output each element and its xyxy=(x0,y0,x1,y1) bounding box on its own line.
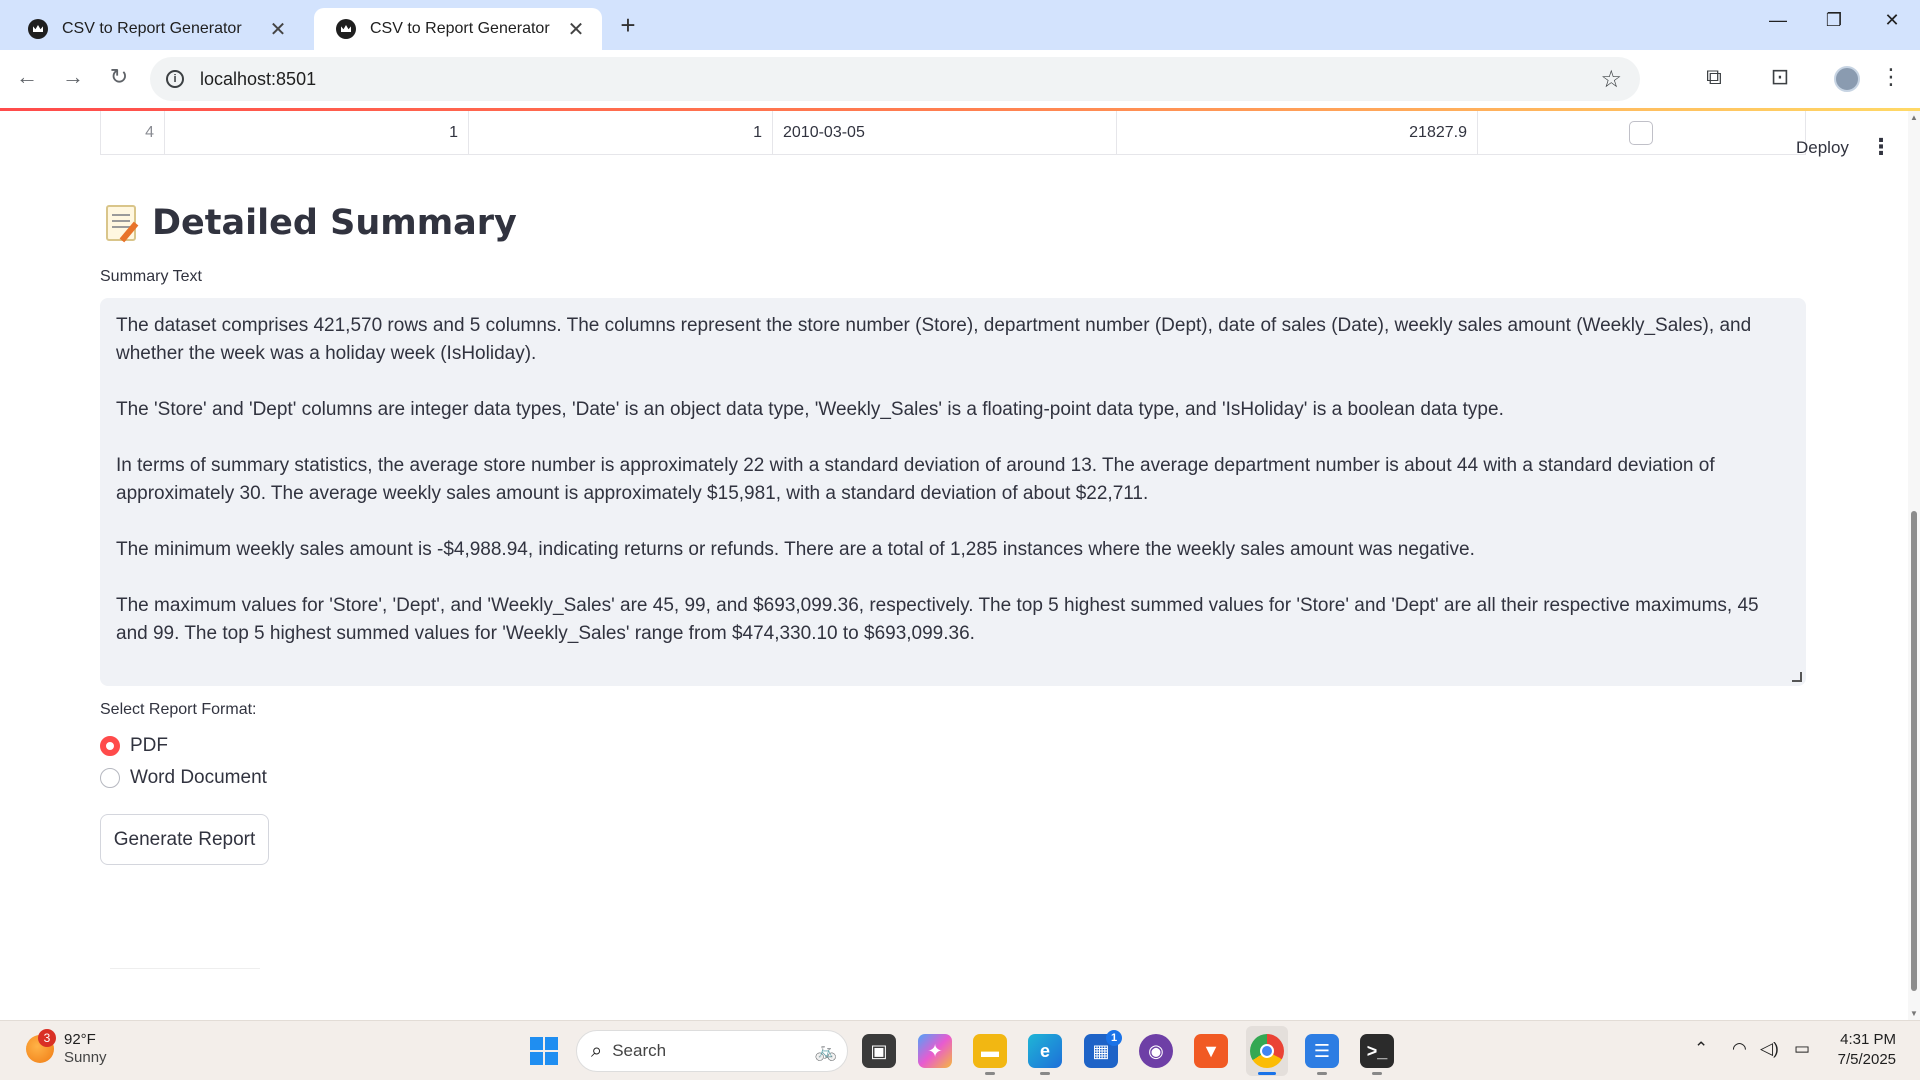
cast-search-icon[interactable]: ⊡ xyxy=(1765,64,1795,90)
scroll-down-icon[interactable]: ▼ xyxy=(1910,1009,1918,1018)
section-heading: Detailed Summary xyxy=(106,203,517,243)
summary-paragraph: In terms of summary statistics, the aver… xyxy=(116,455,1715,504)
bicycle-icon: 🚲 xyxy=(814,1041,837,1061)
terminal-icon[interactable]: >_ xyxy=(1360,1034,1394,1075)
site-info-icon[interactable]: i xyxy=(166,70,184,88)
back-icon[interactable]: ← xyxy=(12,64,42,90)
is-holiday-checkbox[interactable] xyxy=(1629,120,1653,145)
search-placeholder: Search xyxy=(612,1041,667,1060)
new-tab-button[interactable]: + xyxy=(614,10,642,41)
cell-is-holiday[interactable] xyxy=(1478,111,1804,154)
cell-weekly-sales[interactable]: 21827.9 xyxy=(1117,111,1478,154)
tab-close-icon[interactable]: ✕ xyxy=(566,17,586,42)
microsoft-store-icon[interactable]: ▦ 1 xyxy=(1084,1030,1122,1068)
main-menu-icon[interactable]: ⋮ xyxy=(1870,134,1892,160)
browser-toolbar: ← → ↻ i localhost:8501 ☆ ⧉ ⊡ ⋮ xyxy=(0,50,1920,108)
memo-icon xyxy=(106,205,136,241)
cell-date[interactable]: 2010-03-05 xyxy=(773,111,1117,154)
radio-label: PDF xyxy=(130,735,168,756)
app-main: 4 1 1 2010-03-05 21827.9 Deploy ⋮ Detail… xyxy=(0,111,1908,1020)
battery-icon[interactable]: ▭ xyxy=(1794,1039,1810,1059)
report-format-label: Select Report Format: xyxy=(100,701,257,718)
github-desktop-icon[interactable]: ◉ xyxy=(1139,1034,1173,1068)
notification-badge: 3 xyxy=(38,1029,56,1047)
browser-tab-strip: CSV to Report Generator ✕ CSV to Report … xyxy=(0,0,1920,50)
radio-label: Word Document xyxy=(130,767,267,788)
cell-store[interactable]: 1 xyxy=(165,111,469,154)
streamlit-favicon-icon xyxy=(28,19,48,39)
minimize-icon[interactable]: — xyxy=(1758,10,1798,31)
summary-textarea[interactable]: The dataset comprises 421,570 rows and 5… xyxy=(100,298,1806,686)
system-clock[interactable]: 4:31 PM 7/5/2025 xyxy=(1832,1030,1896,1070)
radio-selected-icon[interactable] xyxy=(100,736,120,756)
summary-paragraph: The minimum weekly sales amount is -$4,9… xyxy=(116,539,1475,560)
chrome-icon[interactable] xyxy=(1250,1034,1284,1075)
summary-paragraph: The 'Store' and 'Dept' columns are integ… xyxy=(116,399,1504,420)
search-icon: ⌕ xyxy=(591,1039,603,1062)
chrome-menu-icon[interactable]: ⋮ xyxy=(1876,64,1906,90)
address-bar[interactable]: i localhost:8501 ☆ xyxy=(150,57,1640,101)
sun-icon: 3 xyxy=(26,1029,56,1063)
summary-label: Summary Text xyxy=(100,268,202,285)
taskbar-search[interactable]: ⌕ Search 🚲 xyxy=(576,1030,848,1072)
store-badge: 1 xyxy=(1106,1030,1122,1046)
radio-option-word[interactable]: Word Document xyxy=(100,767,267,789)
streamlit-favicon-icon xyxy=(336,19,356,39)
brave-browser-icon[interactable]: ▼ xyxy=(1194,1034,1228,1068)
cell-dept[interactable]: 1 xyxy=(469,111,773,154)
task-view-icon[interactable]: ▣ xyxy=(862,1034,896,1068)
windows-start-icon[interactable] xyxy=(530,1037,558,1065)
table-row: 4 1 1 2010-03-05 21827.9 xyxy=(100,111,1806,155)
notepad-icon[interactable]: ☰ xyxy=(1305,1034,1339,1075)
summary-paragraph: The maximum values for 'Store', 'Dept', … xyxy=(116,595,1759,644)
scroll-up-icon[interactable]: ▲ xyxy=(1910,113,1918,122)
generate-report-button[interactable]: Generate Report xyxy=(100,814,269,865)
deploy-button[interactable]: Deploy xyxy=(1796,138,1849,158)
file-explorer-icon[interactable]: ▬ xyxy=(973,1034,1007,1075)
page-title: Detailed Summary xyxy=(152,203,517,243)
weather-condition: Sunny xyxy=(64,1049,107,1066)
forward-icon[interactable]: → xyxy=(58,64,88,90)
temperature: 92°F xyxy=(64,1031,96,1048)
restore-icon[interactable]: ❐ xyxy=(1814,10,1854,31)
chevron-up-icon[interactable]: ⌃ xyxy=(1694,1039,1708,1059)
row-index: 4 xyxy=(101,111,165,154)
volume-icon[interactable]: ◁) xyxy=(1760,1039,1779,1059)
radio-option-pdf[interactable]: PDF xyxy=(100,735,168,757)
page-scrollbar[interactable]: ▲ ▼ xyxy=(1908,111,1920,1020)
browser-tab[interactable]: CSV to Report Generator ✕ xyxy=(6,8,304,50)
profile-avatar[interactable] xyxy=(1834,66,1860,92)
extensions-icon[interactable]: ⧉ xyxy=(1699,64,1729,90)
url-text: localhost:8501 xyxy=(200,68,317,89)
clock-date: 7/5/2025 xyxy=(1837,1051,1896,1068)
tab-close-icon[interactable]: ✕ xyxy=(268,17,288,42)
resize-handle[interactable] xyxy=(1792,672,1802,682)
edge-browser-icon[interactable]: e xyxy=(1028,1034,1062,1075)
windows-taskbar: 3 92°F Sunny ⌕ Search 🚲 ▣ ✦ ▬ e ▦ 1 ◉ ▼ ☰… xyxy=(0,1020,1920,1080)
bookmark-star-icon[interactable]: ☆ xyxy=(1600,65,1622,94)
window-close-icon[interactable]: ✕ xyxy=(1872,10,1912,31)
radio-unselected-icon[interactable] xyxy=(100,768,120,788)
tab-title: CSV to Report Generator xyxy=(370,20,550,37)
reload-icon[interactable]: ↻ xyxy=(104,64,134,90)
copilot-icon[interactable]: ✦ xyxy=(918,1034,952,1068)
summary-paragraph: The dataset comprises 421,570 rows and 5… xyxy=(116,315,1752,364)
divider xyxy=(110,968,260,969)
browser-tab-active[interactable]: CSV to Report Generator ✕ xyxy=(314,8,602,50)
scrollbar-thumb[interactable] xyxy=(1911,511,1917,991)
weather-widget[interactable]: 3 92°F Sunny xyxy=(26,1029,107,1067)
clock-time: 4:31 PM xyxy=(1840,1031,1896,1048)
tab-title: CSV to Report Generator xyxy=(62,20,242,37)
wifi-icon[interactable]: ◠ xyxy=(1732,1039,1747,1059)
